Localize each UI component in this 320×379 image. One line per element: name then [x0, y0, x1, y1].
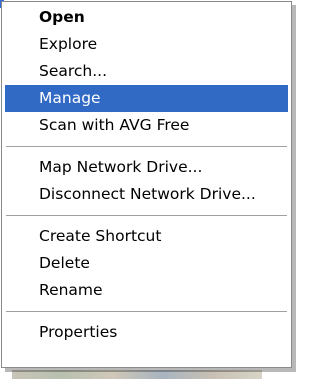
- menu-item-disconnect-network-drive[interactable]: Disconnect Network Drive...: [5, 181, 288, 208]
- menu-item-search[interactable]: Search...: [5, 58, 288, 85]
- menu-separator: [6, 146, 287, 147]
- menu-item-delete[interactable]: Delete: [5, 250, 288, 277]
- menu-item-create-shortcut[interactable]: Create Shortcut: [5, 223, 288, 250]
- menu-item-rename[interactable]: Rename: [5, 277, 288, 304]
- menu-item-map-network-drive[interactable]: Map Network Drive...: [5, 154, 288, 181]
- taskbar-edge: [12, 370, 262, 379]
- context-menu: Open Explore Search... Manage Scan with …: [1, 1, 292, 368]
- menu-item-properties[interactable]: Properties: [5, 319, 288, 346]
- menu-item-manage[interactable]: Manage: [5, 85, 288, 112]
- menu-separator: [6, 311, 287, 312]
- menu-item-explore[interactable]: Explore: [5, 31, 288, 58]
- menu-item-scan-with-avg-free[interactable]: Scan with AVG Free: [5, 112, 288, 139]
- menu-item-open[interactable]: Open: [5, 4, 288, 31]
- menu-separator: [6, 215, 287, 216]
